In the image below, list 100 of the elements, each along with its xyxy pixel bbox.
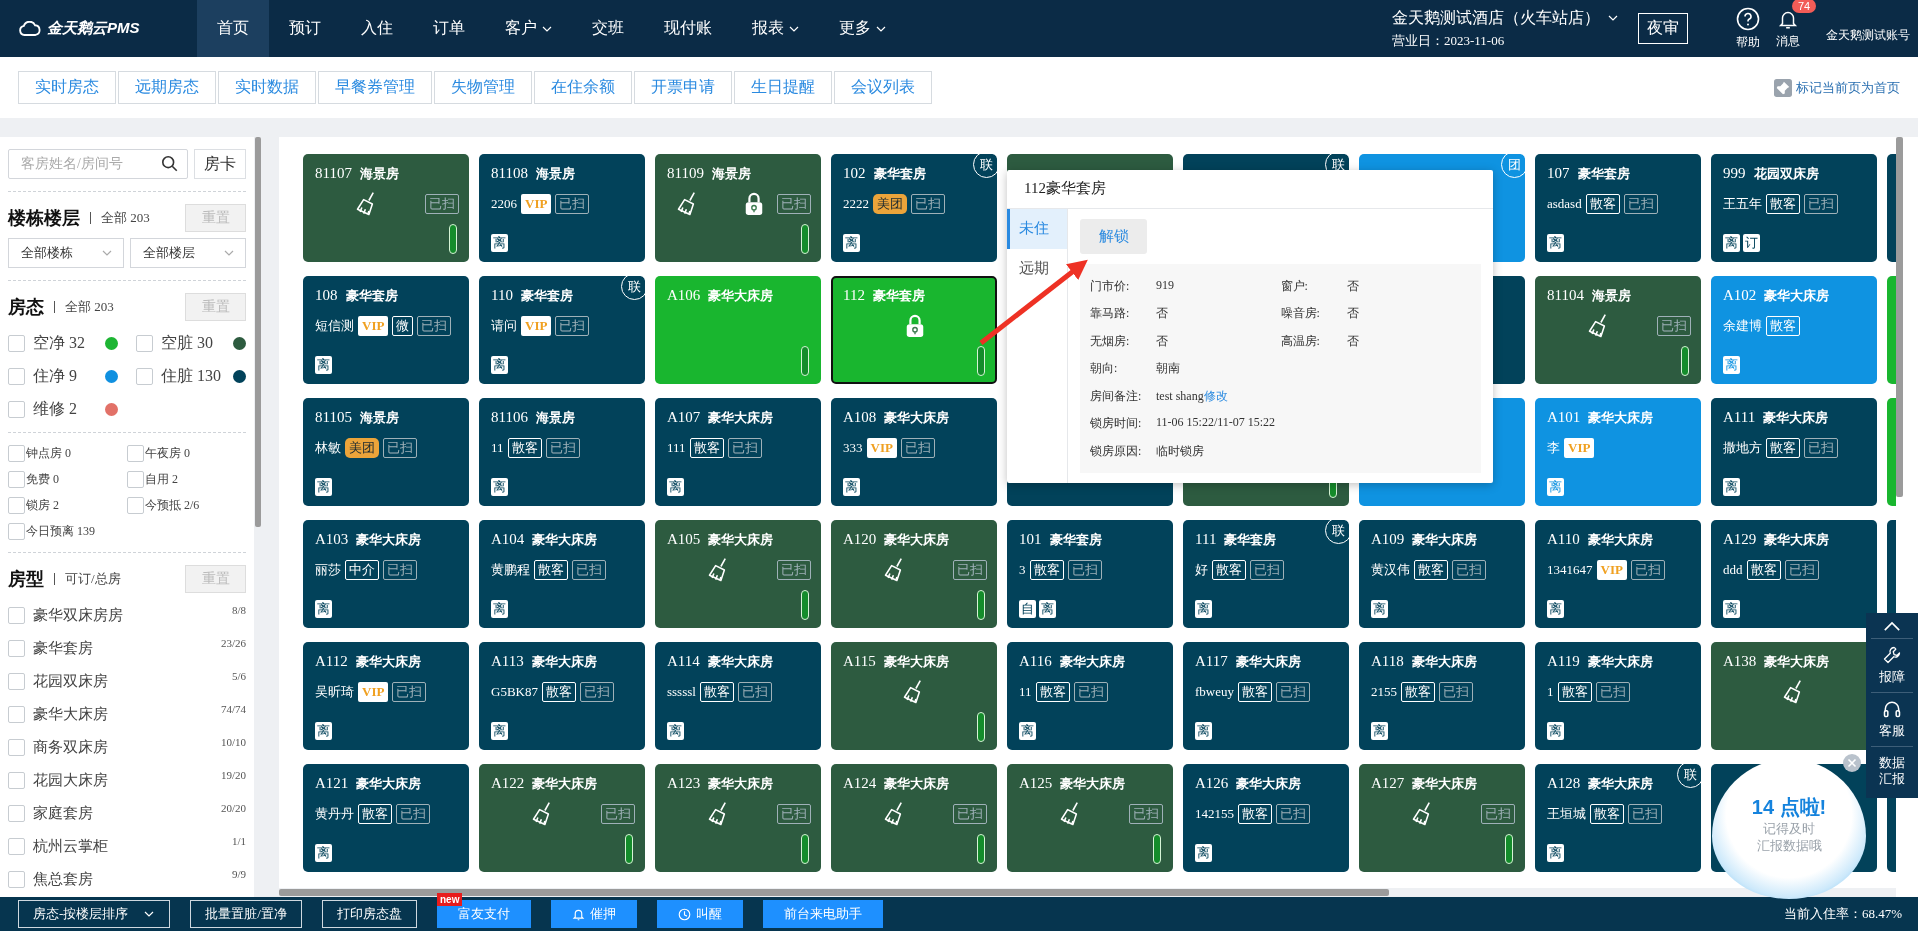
- tab[interactable]: 实时房态: [18, 71, 116, 104]
- room-card[interactable]: A113 豪华大床房 G5BK87 散客 已扫 离: [479, 642, 645, 750]
- tab[interactable]: 会议列表: [834, 71, 932, 104]
- room-card[interactable]: A109 豪华大床房 黄汉伟 散客 已扫 离: [1359, 520, 1525, 628]
- report-issue-button[interactable]: 报障: [1871, 639, 1913, 693]
- room-card[interactable]: 81105 海景房 林敏 美团 已扫 离: [303, 398, 469, 506]
- room-card[interactable]: A127 豪华大床房 已扫: [1359, 764, 1525, 872]
- checkbox[interactable]: [136, 368, 153, 385]
- room-card[interactable]: A118 豪华大床房 2155 散客 已扫 离: [1359, 642, 1525, 750]
- checkbox[interactable]: [8, 335, 25, 352]
- room-card[interactable]: A116 豪华大床房 11 散客 已扫 离: [1007, 642, 1173, 750]
- checkbox[interactable]: [8, 838, 25, 855]
- nav-item[interactable]: 交班: [572, 0, 644, 57]
- room-card[interactable]: A115 豪华大床房: [831, 642, 997, 750]
- scrollbar[interactable]: [255, 137, 261, 527]
- help-button[interactable]: 帮助: [1728, 6, 1768, 51]
- scrollbar[interactable]: [1896, 137, 1903, 497]
- tab[interactable]: 失物管理: [434, 71, 532, 104]
- edit-link[interactable]: 修改: [1203, 388, 1228, 403]
- room-card[interactable]: A108 豪华大床房 333 VIP 已扫 离: [831, 398, 997, 506]
- room-card[interactable]: 101 豪华套房 3 散客 已扫 自 离: [1007, 520, 1173, 628]
- checkbox[interactable]: [8, 772, 25, 789]
- tab[interactable]: 在住余额: [534, 71, 632, 104]
- nav-item[interactable]: 入住: [341, 0, 413, 57]
- checkbox[interactable]: [8, 523, 25, 540]
- room-card[interactable]: A105 豪华大床房 已扫: [655, 520, 821, 628]
- room-card[interactable]: A111 豪华大床房 撒地方 散客 已扫 离: [1711, 398, 1877, 506]
- room-card[interactable]: A104 豪华大床房 黄鹏程 散客 已扫 离: [479, 520, 645, 628]
- room-card[interactable]: A117 豪华大床房 fbweuy 散客 已扫 离: [1183, 642, 1349, 750]
- room-card[interactable]: A129 豪华大床房 ddd 散客 已扫 离: [1711, 520, 1877, 628]
- room-card[interactable]: A120 豪华大床房 已扫: [831, 520, 997, 628]
- nav-item[interactable]: 预订: [269, 0, 341, 57]
- checkbox[interactable]: [8, 871, 25, 888]
- checkbox[interactable]: [127, 497, 144, 514]
- tab[interactable]: 远期房态: [118, 71, 216, 104]
- tab[interactable]: 实时数据: [218, 71, 316, 104]
- checkbox[interactable]: [8, 805, 25, 822]
- room-card[interactable]: 81107 海景房 已扫: [303, 154, 469, 262]
- room-card[interactable]: A110 豪华大床房 1341647 VIP 已扫 离: [1535, 520, 1701, 628]
- nav-item[interactable]: 报表: [732, 0, 819, 57]
- room-card-button[interactable]: 房卡: [194, 149, 246, 179]
- room-card[interactable]: A103 豪华大床房 丽莎 中介 已扫 离: [303, 520, 469, 628]
- room-card[interactable]: 81106 海景房 11 散客 已扫 离: [479, 398, 645, 506]
- toolbar-button[interactable]: 批量置脏/置净: [190, 900, 302, 928]
- checkbox[interactable]: [127, 471, 144, 488]
- nav-item[interactable]: 更多: [819, 0, 906, 57]
- room-card[interactable]: 81104 海景房 已扫: [1535, 276, 1701, 384]
- room-card[interactable]: A119 豪华大床房 1 散客 已扫 离: [1535, 642, 1701, 750]
- checkbox[interactable]: [127, 445, 144, 462]
- account-menu[interactable]: 金天鹅测试账号: [1820, 27, 1918, 44]
- room-card[interactable]: 110 豪华套房 请问 VIP 已扫 离 联: [479, 276, 645, 384]
- room-card[interactable]: A102 豪华大床房 余建博 散客 离: [1711, 276, 1877, 384]
- search-field[interactable]: 客房姓名/房间号: [8, 149, 188, 179]
- room-card[interactable]: A124 豪华大床房 已扫: [831, 764, 997, 872]
- checkbox[interactable]: [8, 706, 25, 723]
- room-card[interactable]: A112 豪华大床房 吴昕琦 VIP 已扫 离: [303, 642, 469, 750]
- scrollbar[interactable]: [279, 889, 1389, 896]
- room-card[interactable]: A101 豪华大床房 李 VIP 离: [1535, 398, 1701, 506]
- tab[interactable]: 早餐券管理: [318, 71, 432, 104]
- room-card[interactable]: A125 豪华大床房 已扫: [1007, 764, 1173, 872]
- close-button[interactable]: [1842, 753, 1862, 773]
- support-button[interactable]: 客服: [1871, 693, 1913, 747]
- room-card[interactable]: 999 花园双床房 王五年 散客 已扫 离 订: [1711, 154, 1877, 262]
- checkbox[interactable]: [8, 739, 25, 756]
- select-field[interactable]: 全部楼层: [130, 238, 246, 268]
- room-card[interactable]: A123 豪华大床房 已扫: [655, 764, 821, 872]
- nav-item[interactable]: 现付账: [644, 0, 732, 57]
- checkbox[interactable]: [8, 607, 25, 624]
- nav-item[interactable]: 首页: [197, 0, 269, 57]
- room-card[interactable]: 108 豪华套房 短信测 VIP 微 已扫 离: [303, 276, 469, 384]
- checkbox[interactable]: [8, 640, 25, 657]
- room-card[interactable]: A107 豪华大床房 111 散客 已扫 离: [655, 398, 821, 506]
- checkbox[interactable]: [8, 497, 25, 514]
- room-card[interactable]: A121 豪华大床房 黄丹丹 散客 已扫 离: [303, 764, 469, 872]
- nav-item[interactable]: 订单: [413, 0, 485, 57]
- sort-dropdown[interactable]: 房态-按楼层排序: [18, 900, 171, 928]
- data-report-button[interactable]: 数据汇报: [1877, 747, 1907, 796]
- night-audit-button[interactable]: 夜审: [1638, 13, 1688, 44]
- hotel-selector[interactable]: 金天鹅测试酒店（火车站店）: [1392, 7, 1618, 29]
- tab[interactable]: 开票申请: [634, 71, 732, 104]
- room-card[interactable]: A128 豪华大床房 王垣城 散客 已扫 离 联: [1535, 764, 1701, 872]
- toolbar-button[interactable]: 打印房态盘: [321, 900, 417, 928]
- checkbox[interactable]: [8, 401, 25, 418]
- room-card[interactable]: A122 豪华大床房 已扫: [479, 764, 645, 872]
- checkbox[interactable]: [8, 368, 25, 385]
- select-field[interactable]: 全部楼栋: [8, 238, 124, 268]
- room-card[interactable]: 81109 海景房 已扫: [655, 154, 821, 262]
- checkbox[interactable]: [136, 335, 153, 352]
- room-card[interactable]: A114 豪华大床房 sssssl 散客 已扫 离: [655, 642, 821, 750]
- room-card[interactable]: 107 豪华套房 asdasd 散客 已扫 离: [1535, 154, 1701, 262]
- room-card[interactable]: 111 豪华套房 好 散客 已扫 离 联: [1183, 520, 1349, 628]
- nav-item[interactable]: 客户: [485, 0, 572, 57]
- tab[interactable]: 生日提醒: [734, 71, 832, 104]
- checkbox[interactable]: [8, 445, 25, 462]
- room-card[interactable]: A126 豪华大床房 142155 散客 已扫 离: [1183, 764, 1349, 872]
- room-card[interactable]: 81108 海景房 2206 VIP 已扫 离: [479, 154, 645, 262]
- room-card[interactable]: 102 豪华套房 2222 美团 已扫 离 联: [831, 154, 997, 262]
- bookmark-link[interactable]: 标记当前页为首页: [1774, 78, 1900, 97]
- checkbox[interactable]: [8, 471, 25, 488]
- checkbox[interactable]: [8, 673, 25, 690]
